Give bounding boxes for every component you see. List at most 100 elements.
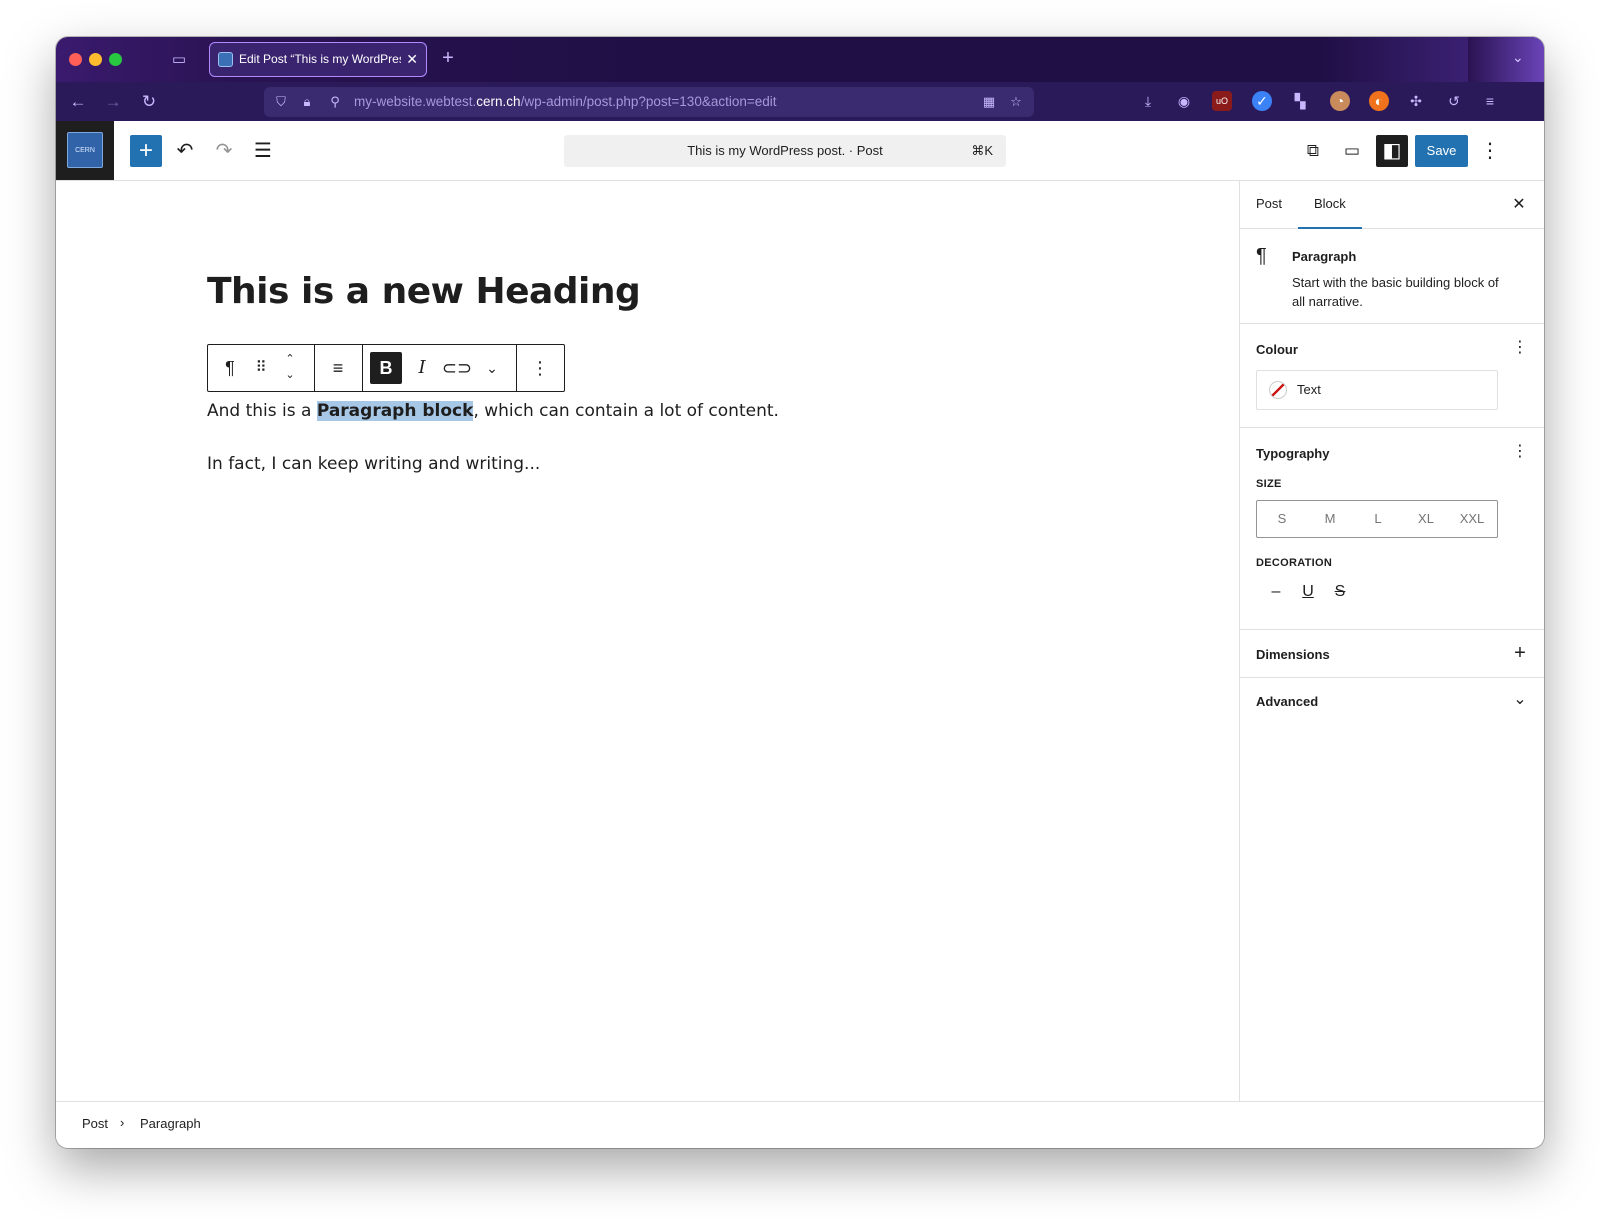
drag-handle-icon[interactable]: ⠿ xyxy=(245,352,277,384)
app-menu-icon[interactable]: ≡ xyxy=(1480,91,1500,111)
tab-list-icon[interactable]: ▭ xyxy=(168,49,190,71)
strikethrough-icon[interactable]: S xyxy=(1326,578,1354,606)
undo-icon[interactable]: ↶ xyxy=(169,135,201,167)
site-logo-button[interactable]: CERN xyxy=(56,121,114,180)
downloads-icon[interactable]: ⤓ xyxy=(1138,91,1158,111)
typography-panel: Typography ⋮ SIZE S M L XL XXL DECORATIO… xyxy=(1240,428,1544,630)
settings-sidebar-toggle[interactable]: ◧ xyxy=(1376,135,1408,167)
block-options-icon[interactable]: ⋮ xyxy=(524,352,556,384)
editor-header: CERN + ↶ ↷ ☰ This is my WordPress post. … xyxy=(56,121,1544,181)
text-colour-picker[interactable]: Text xyxy=(1256,370,1498,410)
close-sidebar-icon[interactable]: ✕ xyxy=(1508,194,1530,216)
align-left-icon[interactable]: ≡ xyxy=(322,352,354,384)
chevron-down-icon[interactable]: ⌄ xyxy=(1510,690,1530,710)
colour-options-icon[interactable]: ⋮ xyxy=(1510,338,1530,358)
more-formats-chevron-icon[interactable]: ⌄ xyxy=(476,352,508,384)
options-menu-icon[interactable]: ⋮ xyxy=(1474,135,1506,167)
dimensions-panel-title: Dimensions xyxy=(1256,647,1330,662)
maximize-window-button[interactable] xyxy=(109,53,122,66)
extension-grid-icon[interactable]: ▚ xyxy=(1290,91,1310,111)
back-icon[interactable]: ← xyxy=(67,91,89,113)
size-label: SIZE xyxy=(1256,478,1282,490)
heading-block[interactable]: This is a new Heading xyxy=(207,271,641,312)
permissions-icon[interactable]: ⚲ xyxy=(326,93,344,111)
chevron-right-icon: › xyxy=(120,1115,125,1130)
minimize-window-button[interactable] xyxy=(89,53,102,66)
decoration-label: DECORATION xyxy=(1256,557,1333,569)
toolbar-divider xyxy=(516,345,517,391)
sync-icon[interactable]: ↺ xyxy=(1444,91,1464,111)
site-favicon-icon xyxy=(218,52,233,67)
browser-window: ▭ Edit Post “This is my WordPress post.”… xyxy=(56,37,1544,1148)
chevron-down-icon[interactable]: ⌄ xyxy=(1512,49,1524,66)
paragraph-icon: ¶ xyxy=(1256,245,1267,267)
toolbar-divider xyxy=(314,345,315,391)
underline-icon[interactable]: U xyxy=(1294,578,1322,606)
link-icon[interactable]: ⊂⊃ xyxy=(441,352,473,384)
settings-sidebar: Post Block ✕ ¶ Paragraph Start with the … xyxy=(1239,181,1544,1101)
typography-panel-title: Typography xyxy=(1256,446,1330,461)
block-inserter-button[interactable]: + xyxy=(130,135,162,167)
command-palette-button[interactable]: This is my WordPress post. · Post ⌘K xyxy=(564,135,1006,167)
bookmark-star-icon[interactable]: ☆ xyxy=(1007,93,1025,111)
ublock-icon[interactable]: uO xyxy=(1212,91,1232,111)
reload-icon[interactable]: ↻ xyxy=(138,91,160,113)
shield-icon[interactable]: ⛉ xyxy=(272,93,290,111)
save-button[interactable]: Save xyxy=(1415,135,1468,167)
new-tab-icon[interactable]: + xyxy=(436,46,460,70)
block-breadcrumb: Post › Paragraph xyxy=(56,1101,1544,1148)
block-card-description: Start with the basic building block of a… xyxy=(1292,275,1499,309)
dimensions-panel[interactable]: Dimensions + xyxy=(1240,630,1544,678)
bold-button[interactable]: B xyxy=(370,352,402,384)
lock-icon[interactable]: 🔒︎ xyxy=(298,93,316,111)
tab-block[interactable]: Block xyxy=(1298,181,1362,229)
size-option-l[interactable]: L xyxy=(1355,501,1401,537)
size-option-xl[interactable]: XL xyxy=(1403,501,1449,537)
block-card: ¶ Paragraph Start with the basic buildin… xyxy=(1240,229,1544,324)
redo-icon[interactable]: ↷ xyxy=(208,135,240,167)
forward-icon[interactable]: → xyxy=(102,91,124,113)
selected-text[interactable]: Paragraph block xyxy=(316,401,474,421)
browser-tabbar: ▭ Edit Post “This is my WordPress post.”… xyxy=(56,37,1544,82)
colour-panel: Colour ⋮ Text xyxy=(1240,324,1544,428)
colour-panel-title: Colour xyxy=(1256,342,1298,357)
preview-device-icon[interactable]: ▭ xyxy=(1336,135,1368,167)
address-bar[interactable]: ⛉ 🔒︎ ⚲ my-website.webtest.cern.ch/wp-adm… xyxy=(264,87,1034,117)
extension-orange-icon[interactable]: ◐ xyxy=(1369,91,1389,111)
size-option-m[interactable]: M xyxy=(1307,501,1353,537)
view-post-icon[interactable]: ⧉ xyxy=(1297,135,1329,167)
italic-button[interactable]: I xyxy=(406,352,438,384)
breadcrumb-post[interactable]: Post xyxy=(82,1116,108,1131)
no-decoration-icon[interactable]: – xyxy=(1262,578,1290,606)
url-text[interactable]: my-website.webtest.cern.ch/wp-admin/post… xyxy=(354,94,777,109)
breadcrumb-paragraph[interactable]: Paragraph xyxy=(140,1116,201,1131)
paragraph-icon[interactable]: ¶ xyxy=(214,352,246,384)
account-icon[interactable]: ◉ xyxy=(1174,91,1194,111)
qr-code-icon[interactable]: ▦ xyxy=(980,93,998,111)
browser-navbar: ← → ↻ ⛉ 🔒︎ ⚲ my-website.webtest.cern.ch/… xyxy=(56,82,1544,121)
tab-post[interactable]: Post xyxy=(1240,181,1298,229)
add-dimensions-icon[interactable]: + xyxy=(1510,643,1530,663)
browser-tab-active[interactable]: Edit Post “This is my WordPress post.” ✕ xyxy=(209,42,427,77)
advanced-panel-title: Advanced xyxy=(1256,694,1319,709)
extension-check-icon[interactable]: ✓ xyxy=(1252,91,1272,111)
document-overview-icon[interactable]: ☰ xyxy=(247,135,279,167)
close-window-button[interactable] xyxy=(69,53,82,66)
size-option-s[interactable]: S xyxy=(1259,501,1305,537)
typography-options-icon[interactable]: ⋮ xyxy=(1510,442,1530,462)
tab-title: Edit Post “This is my WordPress post.” xyxy=(239,52,401,66)
document-title: This is my WordPress post. · Post xyxy=(687,143,883,158)
paragraph-block[interactable]: And this is a Paragraph block, which can… xyxy=(207,401,779,421)
colour-swatch-icon xyxy=(1269,381,1287,399)
extension-avatar-icon[interactable]: ◔ xyxy=(1330,91,1350,111)
advanced-panel[interactable]: Advanced ⌄ xyxy=(1240,678,1544,726)
close-tab-icon[interactable]: ✕ xyxy=(406,43,418,76)
move-up-down-icon[interactable]: ⌃ ⌄ xyxy=(280,351,300,385)
paragraph-block-2[interactable]: In fact, I can keep writing and writing.… xyxy=(207,454,540,474)
tab-overflow: ⌄ xyxy=(1468,37,1544,82)
extensions-puzzle-icon[interactable]: ✣ xyxy=(1406,91,1426,111)
size-option-xxl[interactable]: XXL xyxy=(1449,501,1495,537)
editor-canvas[interactable]: This is a new Heading ¶ ⠿ ⌃ ⌄ ≡ B I ⊂⊃ ⌄ … xyxy=(56,181,1239,1101)
text-colour-label: Text xyxy=(1297,382,1321,397)
block-toolbar: ¶ ⠿ ⌃ ⌄ ≡ B I ⊂⊃ ⌄ ⋮ xyxy=(207,344,565,392)
